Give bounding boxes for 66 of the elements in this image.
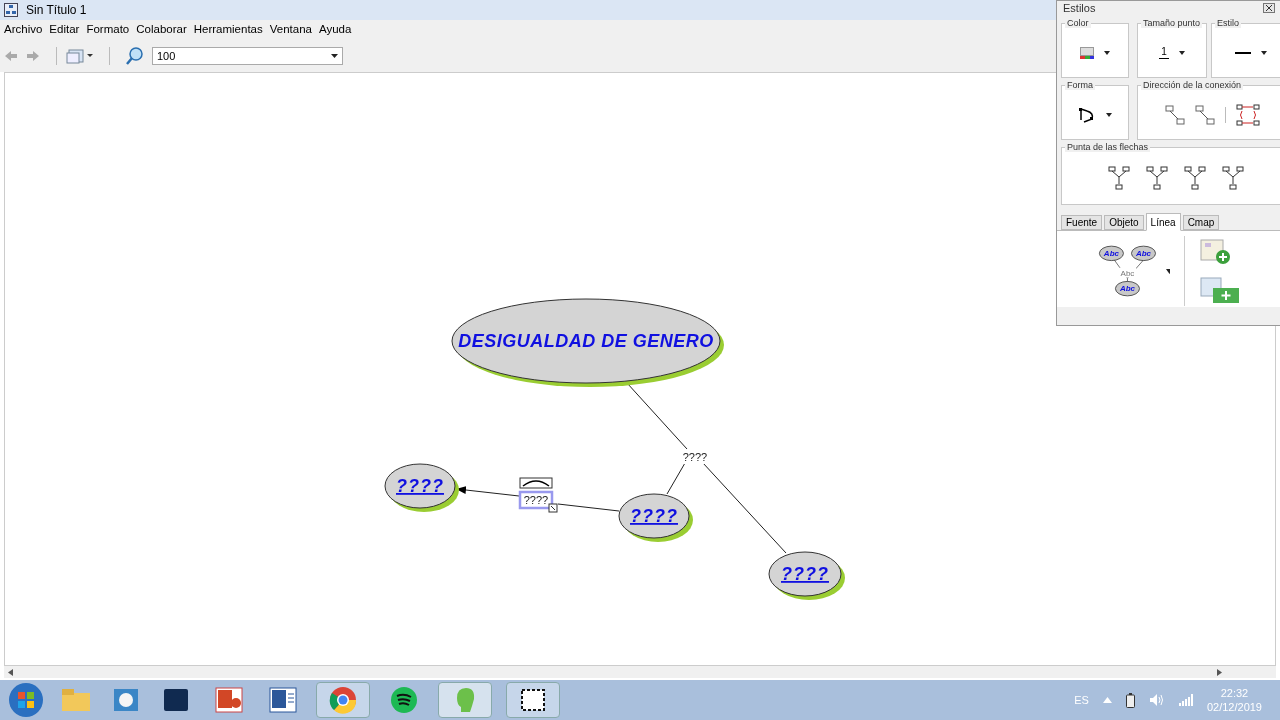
dropdown-arrow-icon[interactable] (1106, 112, 1112, 117)
preview-node: Abc (1099, 245, 1124, 261)
arrowhead-option-icon[interactable] (1222, 166, 1244, 190)
preview-link-label: Abc (1120, 268, 1135, 278)
menu-item[interactable]: Ventana (269, 21, 312, 39)
round-color-icon (329, 686, 357, 714)
panel-tab[interactable]: Fuente (1061, 215, 1103, 230)
snipping-taskbar-button[interactable] (506, 682, 560, 718)
close-icon[interactable] (1263, 3, 1275, 13)
panel-tab[interactable]: Objeto (1104, 215, 1144, 230)
preview-node: Abc (1131, 245, 1156, 261)
concept-node[interactable]: ???? (618, 493, 693, 542)
scroll-right-icon[interactable] (1217, 668, 1222, 676)
curve-handle-icon[interactable] (519, 477, 553, 489)
group-label: Dirección de la conexión (1141, 80, 1244, 90)
dropdown-arrow-icon[interactable] (1104, 50, 1110, 55)
concept-node[interactable]: ???? (384, 463, 459, 512)
panel-title: Estilos (1063, 1, 1096, 16)
menu-item[interactable]: Ayuda (319, 21, 352, 39)
menu-item[interactable]: Archivo (4, 21, 43, 39)
dropdown-arrow-icon[interactable] (1165, 268, 1171, 274)
arrowhead-option-icon[interactable] (1108, 166, 1130, 190)
connector-line (557, 503, 620, 512)
concept-node[interactable]: ???? (768, 551, 845, 600)
menu-item[interactable]: Formato (86, 21, 130, 39)
app-icon (4, 3, 18, 17)
dropdown-arrow-icon[interactable] (1261, 50, 1267, 55)
swap-direction-icon[interactable] (1235, 103, 1260, 126)
concept-node[interactable]: DESIGUALDAD DE GENERO (451, 298, 724, 387)
add-map-icon[interactable] (1199, 238, 1231, 266)
group-label: Tamaño punto (1141, 18, 1203, 28)
scroll-left-icon[interactable] (8, 668, 13, 676)
menu-item[interactable]: Editar (49, 21, 80, 39)
curve-shape-icon[interactable] (1078, 106, 1096, 123)
window-title: Sin Título 1 (26, 2, 87, 19)
browser-taskbar-button[interactable] (316, 682, 370, 718)
linking-phrase[interactable]: ???? (681, 450, 709, 464)
arrow-connector (456, 486, 520, 497)
zoom-dropdown[interactable]: 100 (152, 47, 343, 65)
arrowhead-option-icon[interactable] (1146, 166, 1168, 190)
view-icon[interactable] (65, 48, 93, 64)
resize-handle-icon[interactable] (548, 503, 558, 513)
menu-item[interactable]: Herramientas (193, 21, 263, 39)
direction-down-icon[interactable] (1164, 104, 1185, 125)
direction-up-icon[interactable] (1194, 104, 1215, 125)
add-folder-icon[interactable] (1199, 276, 1241, 304)
dropdown-arrow-icon (331, 54, 338, 58)
group-label: Punta de las flechas (1065, 142, 1151, 152)
point-size-value[interactable]: 1 (1159, 46, 1169, 59)
start-orb-icon[interactable] (8, 682, 44, 718)
dotted-square-icon (520, 688, 546, 712)
battery-icon[interactable] (1125, 692, 1135, 708)
color-swatch-icon[interactable] (1080, 46, 1094, 59)
panel-tab[interactable]: Cmap (1182, 215, 1220, 230)
preview-node: Abc (1115, 281, 1140, 297)
connector-line (626, 382, 688, 450)
arrowhead-option-icon[interactable] (1184, 166, 1206, 190)
zoom-icon[interactable] (126, 47, 144, 65)
group-label: Estilo (1215, 18, 1241, 28)
group-label: Forma (1065, 80, 1095, 90)
menu-item[interactable]: Colaborar (136, 21, 187, 39)
dropdown-arrow-icon[interactable] (1178, 50, 1185, 55)
linking-phrase[interactable]: ???? (518, 490, 554, 510)
panel-tab[interactable]: Línea (1145, 213, 1181, 231)
group-label: Color (1065, 18, 1091, 28)
connector-line (666, 462, 686, 495)
